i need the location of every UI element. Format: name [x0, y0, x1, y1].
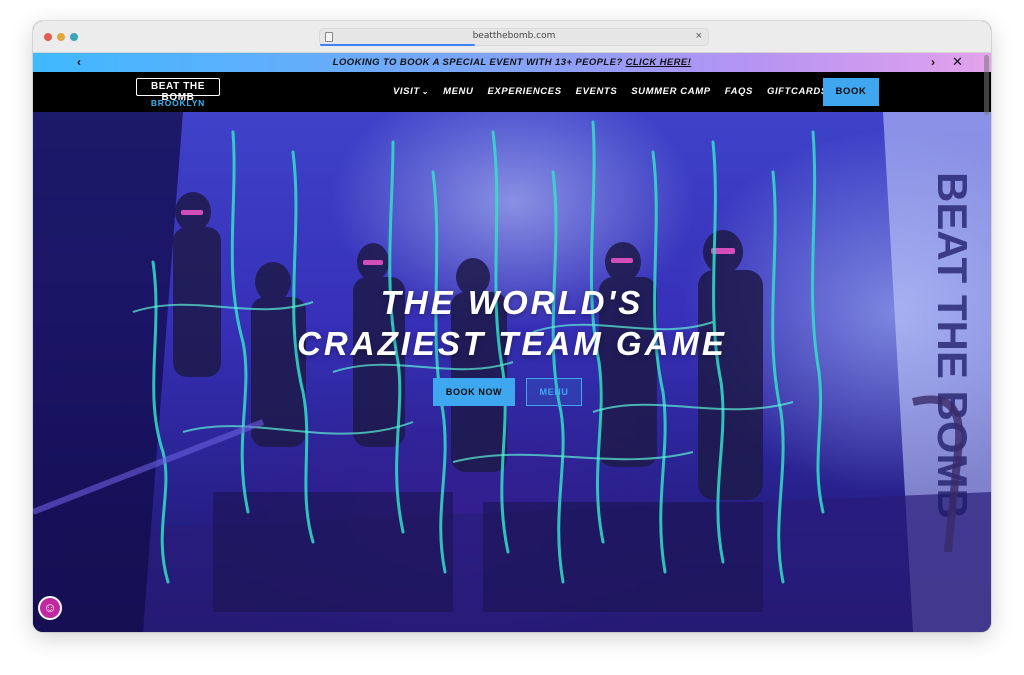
- announcement-message: LOOKING TO BOOK A SPECIAL EVENT WITH 13+…: [332, 57, 623, 68]
- nav-item-faqs[interactable]: FAQS: [725, 86, 753, 97]
- page-load-progress: [320, 44, 476, 46]
- menu-button[interactable]: MENU: [526, 378, 582, 406]
- nav-item-summer-camp[interactable]: SUMMER CAMP: [631, 86, 710, 97]
- browser-window: beatthebomb.com × ‹ LOOKING TO BOOK A SP…: [33, 21, 991, 632]
- book-now-button[interactable]: BOOK NOW: [433, 378, 515, 406]
- stop-loading-icon[interactable]: ×: [696, 30, 702, 42]
- announcement-next-icon[interactable]: ›: [931, 55, 935, 69]
- announcement-link[interactable]: CLICK HERE!: [626, 57, 692, 68]
- player-visors: [181, 210, 735, 265]
- hero-title-line1: THE WORLD'S: [380, 284, 644, 321]
- browser-toolbar: beatthebomb.com ×: [33, 21, 991, 53]
- close-window-button[interactable]: [44, 33, 52, 41]
- announcement-close-icon[interactable]: ✕: [952, 54, 963, 70]
- site-logo[interactable]: BEAT THE BOMB BROOKLYN: [136, 78, 220, 108]
- nav-item-menu[interactable]: MENU: [443, 86, 473, 97]
- announcement-bar: ‹ LOOKING TO BOOK A SPECIAL EVENT WITH 1…: [33, 53, 991, 72]
- address-url: beatthebomb.com: [472, 31, 556, 41]
- main-nav: VISIT ⌄ MENU EXPERIENCES EVENTS SUMMER CA…: [393, 86, 842, 97]
- maximize-window-button[interactable]: [70, 33, 78, 41]
- announcement-text: LOOKING TO BOOK A SPECIAL EVENT WITH 13+…: [33, 57, 991, 68]
- accessibility-icon[interactable]: ☺: [38, 596, 62, 620]
- nav-item-giftcards[interactable]: GIFTCARDS: [767, 86, 828, 97]
- chevron-down-icon: ⌄: [421, 87, 430, 96]
- hero-section: BEAT THE BOMB THE WORLD'S CRAZIEST TEAM …: [33, 112, 991, 632]
- nav-item-visit[interactable]: VISIT ⌄: [393, 86, 429, 97]
- site-header: BEAT THE BOMB BROOKLYN VISIT ⌄ MENU EXPER…: [33, 72, 991, 112]
- nav-item-events[interactable]: EVENTS: [576, 86, 618, 97]
- hero-background-image: BEAT THE BOMB: [33, 112, 991, 632]
- address-bar[interactable]: beatthebomb.com ×: [319, 28, 709, 46]
- nav-item-experiences[interactable]: EXPERIENCES: [487, 86, 561, 97]
- nav-item-label: VISIT: [393, 86, 420, 97]
- hero-title: THE WORLD'S CRAZIEST TEAM GAME: [33, 282, 991, 364]
- minimize-window-button[interactable]: [57, 33, 65, 41]
- hero-title-line2: CRAZIEST TEAM GAME: [297, 325, 727, 362]
- book-button[interactable]: BOOK: [823, 78, 879, 106]
- page-scrollbar[interactable]: [984, 55, 989, 115]
- logo-subtitle: BROOKLYN: [150, 98, 206, 108]
